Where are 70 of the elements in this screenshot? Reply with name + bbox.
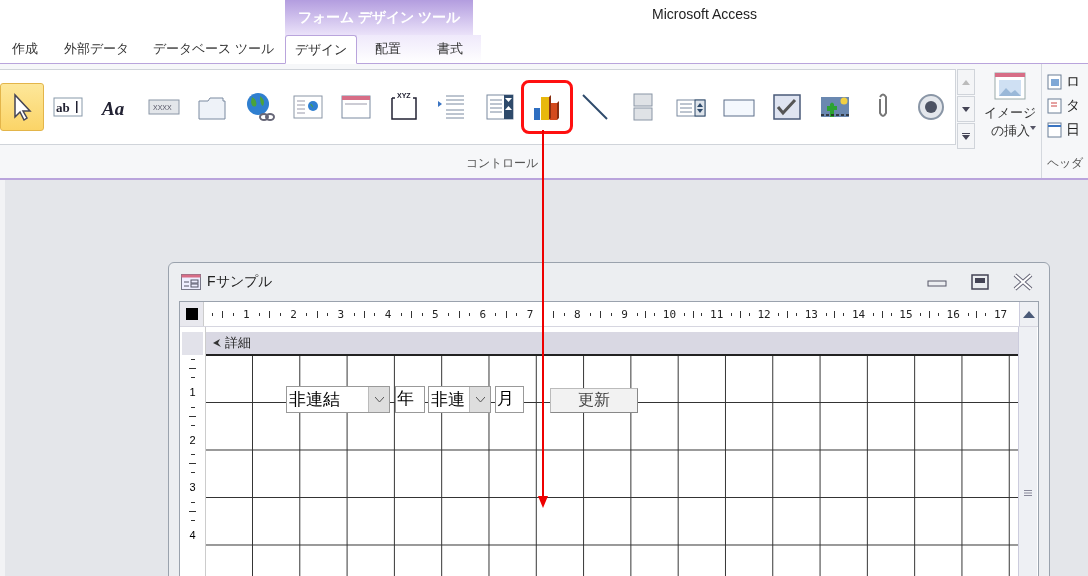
checkbox-icon — [771, 91, 804, 123]
up-caret-icon — [962, 79, 970, 85]
control-tool-button[interactable]: ab — [43, 83, 92, 131]
header-command[interactable]: タ — [1047, 94, 1088, 118]
contextual-tab-group-label: フォーム デザイン ツール — [285, 0, 473, 36]
ruler-number: 2 — [290, 307, 297, 321]
down-caret-icon — [962, 106, 970, 112]
form-icon — [181, 274, 201, 290]
header-command[interactable]: 日 — [1047, 118, 1088, 142]
gallery-down-button[interactable] — [957, 96, 975, 122]
scroll-up-button[interactable] — [1019, 302, 1038, 326]
ruler-number: 3 — [337, 307, 345, 321]
ruler-number: 8 — [574, 307, 581, 321]
vertical-scrollbar[interactable] — [1018, 327, 1037, 576]
caret-icon — [1030, 126, 1036, 130]
annotation-frame — [521, 80, 574, 134]
logo-picture-icon — [1047, 74, 1063, 90]
group-label: コントロール — [466, 155, 538, 172]
ruler-number: 1 — [189, 386, 196, 399]
scroll-grip-icon — [1024, 490, 1032, 496]
header-command[interactable]: ロ — [1047, 70, 1088, 94]
control-tool-button[interactable]: Aa — [91, 83, 140, 131]
control-tool-button[interactable] — [0, 83, 44, 131]
ruler-number: 12 — [757, 307, 771, 321]
image-icon — [994, 72, 1026, 100]
combo-box[interactable]: 非連結 — [286, 386, 390, 413]
ruler-number: 3 — [189, 481, 196, 494]
section-title: 詳細 — [225, 334, 251, 352]
ruler-number: 14 — [852, 307, 866, 321]
more-icon — [962, 132, 970, 140]
ruler-number: 13 — [804, 307, 818, 321]
ribbon-tab[interactable]: データベース ツール — [142, 35, 285, 63]
form-window-title: Fサンプル — [207, 273, 272, 291]
dropdown-caret-icon — [475, 397, 485, 402]
ruler-number: 15 — [899, 307, 913, 321]
label-control[interactable]: 月 — [495, 386, 524, 413]
ruler-number: 2 — [189, 433, 196, 446]
ruler-number: 1 — [242, 307, 250, 321]
ribbon-tab[interactable]: 外部データ — [50, 35, 142, 63]
ruler-number: 9 — [621, 307, 628, 321]
ruler-number: 6 — [479, 307, 487, 321]
section-bar[interactable]: 詳細 — [206, 332, 1018, 356]
ruler-number: 17 — [993, 307, 1008, 321]
ruler-number: 7 — [526, 307, 534, 321]
ruler-number: 4 — [189, 528, 196, 541]
dropdown-caret-icon — [374, 397, 384, 402]
ribbon-tab[interactable]: デザイン — [285, 35, 357, 64]
ruler-number: 4 — [384, 307, 392, 321]
label-icon: Aa — [99, 91, 132, 123]
label-control[interactable]: 年 — [395, 386, 425, 413]
form-selector[interactable] — [180, 302, 204, 326]
window-title: Microsoft Access — [652, 6, 758, 22]
maximize-icon[interactable] — [971, 274, 989, 290]
insert-image-button[interactable]: イメージ の挿入 — [978, 72, 1042, 140]
update-button[interactable]: 更新 — [550, 388, 638, 413]
ruler-number: 5 — [432, 307, 439, 321]
section-arrow-icon — [212, 338, 222, 348]
close-icon[interactable] — [1013, 273, 1033, 291]
gallery-more-button[interactable] — [957, 123, 975, 149]
combo-box[interactable]: 非連 — [428, 386, 491, 413]
up-arrow-icon — [1023, 310, 1035, 318]
group-label: ヘッダ — [1047, 155, 1083, 172]
combo-list-icon — [483, 91, 516, 123]
calendar-icon — [1047, 122, 1063, 138]
control-tool-button[interactable] — [523, 83, 572, 131]
ruler-number: 16 — [946, 307, 960, 321]
ribbon-tab[interactable]: 作成 — [0, 35, 50, 63]
ruler-number: 10 — [662, 307, 677, 321]
title-icon — [1047, 98, 1063, 114]
ruler-number: 11 — [710, 307, 724, 321]
